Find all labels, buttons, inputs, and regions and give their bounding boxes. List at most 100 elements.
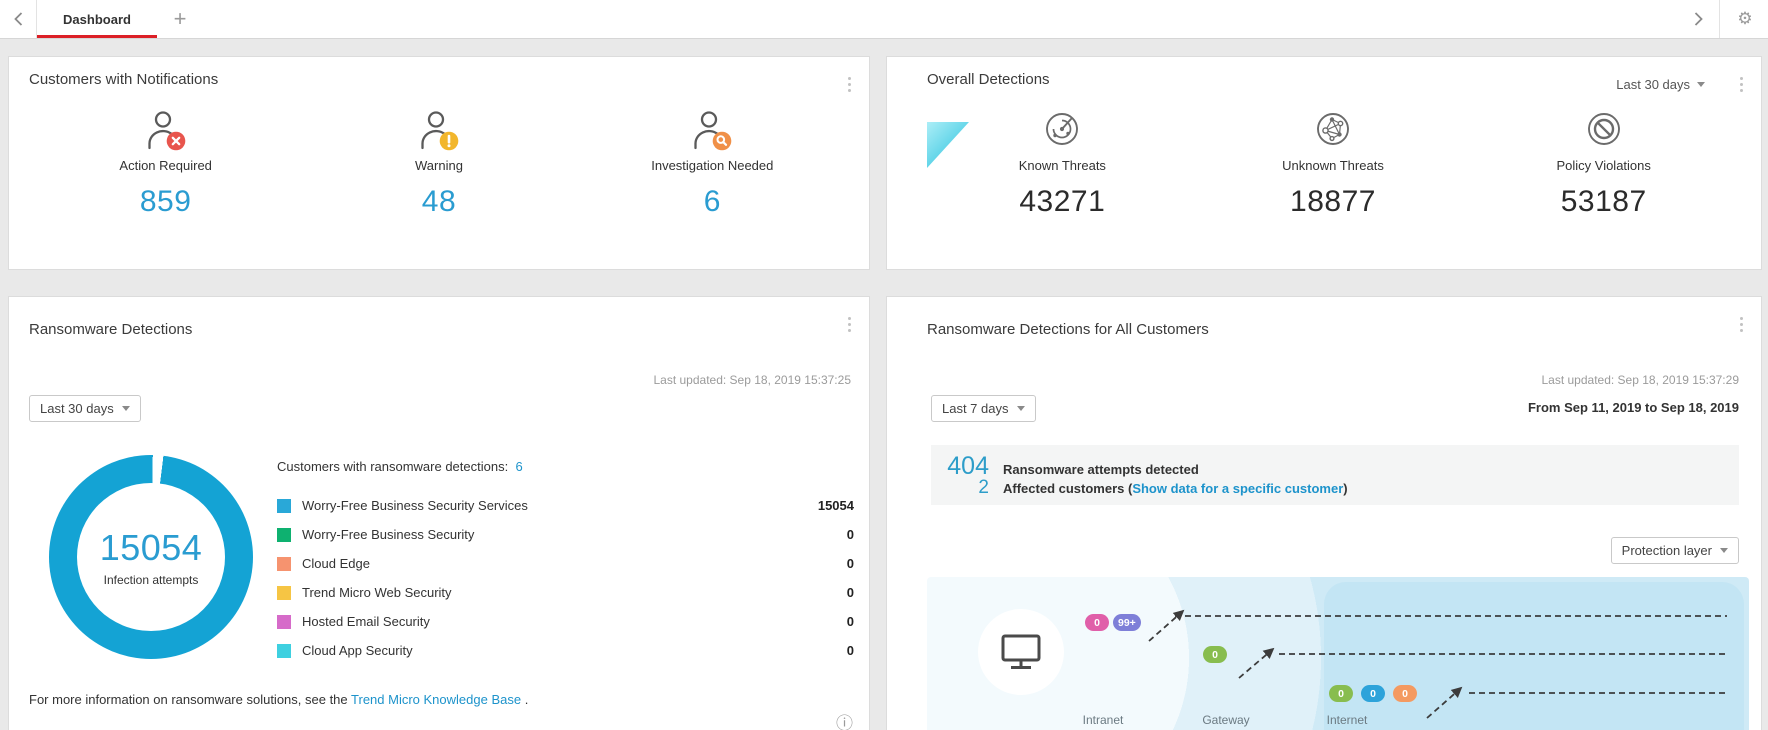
zone-label-intranet: Intranet bbox=[1063, 713, 1143, 727]
knowledge-base-note: For more information on ransomware solut… bbox=[29, 692, 528, 707]
active-tab-underline bbox=[37, 35, 157, 38]
infection-attempts-label: Infection attempts bbox=[104, 573, 199, 587]
attempts-row: 404 Ransomware attempts detected bbox=[931, 452, 1739, 477]
chevron-right-icon bbox=[1694, 12, 1703, 26]
stat-value[interactable]: 43271 bbox=[1019, 185, 1105, 219]
card-overall-detections: Overall Detections Last 30 days bbox=[886, 56, 1762, 270]
customers-with-detections-line: Customers with ransomware detections: 6 bbox=[277, 459, 523, 474]
more-options-button[interactable] bbox=[1738, 75, 1745, 94]
legend-swatch bbox=[277, 644, 291, 658]
protection-zones-diagram: 0 99+ 0 0 0 0 Intranet Gateway Internet bbox=[927, 577, 1749, 730]
internet-badge-2[interactable]: 0 bbox=[1361, 685, 1385, 702]
exclamation-icon bbox=[447, 136, 450, 147]
chevron-down-icon bbox=[1017, 406, 1025, 411]
stat-action-required[interactable]: Action Required 859 bbox=[29, 110, 302, 219]
chevron-down-icon bbox=[1697, 82, 1705, 87]
time-range-value: Last 30 days bbox=[1616, 77, 1690, 92]
stat-label: Investigation Needed bbox=[651, 158, 773, 173]
time-range-dropdown[interactable]: Last 7 days bbox=[931, 395, 1036, 422]
legend-value: 15054 bbox=[818, 498, 854, 513]
plus-icon: + bbox=[174, 6, 187, 32]
customers-count-link[interactable]: 6 bbox=[515, 459, 522, 474]
gateway-badge[interactable]: 0 bbox=[1203, 646, 1227, 663]
tab-bar-divider bbox=[1719, 0, 1720, 38]
more-options-button[interactable] bbox=[846, 315, 853, 334]
protection-layer-dropdown[interactable]: Protection layer bbox=[1611, 537, 1739, 564]
dashboard-grid: Customers with Notifications Action Requ… bbox=[0, 39, 1768, 730]
legend-label: Worry-Free Business Security Services bbox=[302, 498, 528, 513]
legend-swatch bbox=[277, 586, 291, 600]
show-customer-data-link[interactable]: Show data for a specific customer bbox=[1132, 481, 1343, 496]
legend-label: Worry-Free Business Security bbox=[302, 527, 474, 542]
donut-legend: Worry-Free Business Security Services 15… bbox=[277, 491, 854, 665]
tab-bar: Dashboard + ⚙ bbox=[0, 0, 1768, 39]
stat-value[interactable]: 859 bbox=[140, 185, 192, 219]
stat-value[interactable]: 6 bbox=[704, 185, 721, 219]
affected-value: 2 bbox=[931, 477, 989, 499]
info-icon[interactable]: ⓘ bbox=[836, 709, 853, 730]
stat-value[interactable]: 48 bbox=[422, 185, 456, 219]
legend-value: 0 bbox=[847, 556, 854, 571]
intranet-badge-1[interactable]: 0 bbox=[1085, 614, 1109, 631]
monitor-icon bbox=[999, 632, 1043, 672]
legend-row: Hosted Email Security 0 bbox=[277, 607, 854, 636]
legend-swatch bbox=[277, 615, 291, 629]
stat-label: Unknown Threats bbox=[1282, 158, 1384, 173]
zone-label-internet: Internet bbox=[1307, 713, 1387, 727]
more-options-button[interactable] bbox=[1738, 315, 1745, 334]
person-error-icon bbox=[143, 110, 189, 152]
more-options-button[interactable] bbox=[846, 75, 853, 94]
stat-label: Known Threats bbox=[1019, 158, 1106, 173]
time-range-value: Last 7 days bbox=[942, 401, 1009, 416]
legend-value: 0 bbox=[847, 527, 854, 542]
legend-row: Trend Micro Web Security 0 bbox=[277, 578, 854, 607]
time-range-value: Last 30 days bbox=[40, 401, 114, 416]
footer-text: For more information on ransomware solut… bbox=[29, 692, 351, 707]
card-title: Ransomware Detections bbox=[9, 297, 869, 338]
legend-label: Hosted Email Security bbox=[302, 614, 430, 629]
stat-policy-violations[interactable]: Policy Violations 53187 bbox=[1468, 106, 1739, 219]
card-title: Customers with Notifications bbox=[29, 71, 849, 88]
time-range-dropdown[interactable]: Last 30 days bbox=[1616, 77, 1705, 92]
stat-warning[interactable]: Warning 48 bbox=[302, 110, 575, 219]
legend-label: Cloud Edge bbox=[302, 556, 370, 571]
card-ransomware-detections: Ransomware Detections Last updated: Sep … bbox=[8, 296, 870, 730]
radar-icon bbox=[1039, 106, 1085, 152]
internet-badge-1[interactable]: 0 bbox=[1329, 685, 1353, 702]
stat-unknown-threats[interactable]: Unknown Threats 18877 bbox=[1198, 106, 1469, 219]
last-updated-text: Last updated: Sep 18, 2019 15:37:29 bbox=[1541, 373, 1739, 387]
knowledge-base-link[interactable]: Trend Micro Knowledge Base bbox=[351, 692, 521, 707]
legend-value: 0 bbox=[847, 614, 854, 629]
chevron-down-icon bbox=[1720, 548, 1728, 553]
tab-bar-spacer bbox=[203, 0, 1680, 38]
legend-row: Cloud App Security 0 bbox=[277, 636, 854, 665]
legend-swatch bbox=[277, 557, 291, 571]
add-tab-button[interactable]: + bbox=[157, 0, 203, 38]
donut-center: 15054 Infection attempts bbox=[49, 455, 253, 659]
prohibited-icon bbox=[1581, 106, 1627, 152]
settings-button[interactable]: ⚙ bbox=[1722, 0, 1768, 38]
stat-value[interactable]: 53187 bbox=[1561, 185, 1647, 219]
person-warning-icon bbox=[416, 110, 462, 152]
detections-stats: Known Threats 43271 bbox=[927, 106, 1739, 219]
time-range-dropdown[interactable]: Last 30 days bbox=[29, 395, 141, 422]
legend-swatch bbox=[277, 499, 291, 513]
network-graph-icon bbox=[1310, 106, 1356, 152]
legend-row: Cloud Edge 0 bbox=[277, 549, 854, 578]
stat-investigation-needed[interactable]: Investigation Needed 6 bbox=[576, 110, 849, 219]
legend-value: 0 bbox=[847, 643, 854, 658]
intranet-badge-2[interactable]: 99+ bbox=[1113, 614, 1141, 631]
stat-label: Policy Violations bbox=[1556, 158, 1650, 173]
legend-value: 0 bbox=[847, 585, 854, 600]
legend-label: Trend Micro Web Security bbox=[302, 585, 452, 600]
stat-value[interactable]: 18877 bbox=[1290, 185, 1376, 219]
tab-dashboard[interactable]: Dashboard bbox=[37, 0, 157, 38]
scroll-tabs-right-button[interactable] bbox=[1680, 0, 1717, 38]
internet-badge-3[interactable]: 0 bbox=[1393, 685, 1417, 702]
chevron-down-icon bbox=[122, 406, 130, 411]
last-updated-text: Last updated: Sep 18, 2019 15:37:25 bbox=[653, 373, 851, 387]
footer-suffix: . bbox=[521, 692, 528, 707]
customers-line-label: Customers with ransomware detections: bbox=[277, 459, 508, 474]
affected-label: Affected customers (Show data for a spec… bbox=[1003, 481, 1348, 496]
scroll-tabs-left-button[interactable] bbox=[0, 0, 37, 38]
